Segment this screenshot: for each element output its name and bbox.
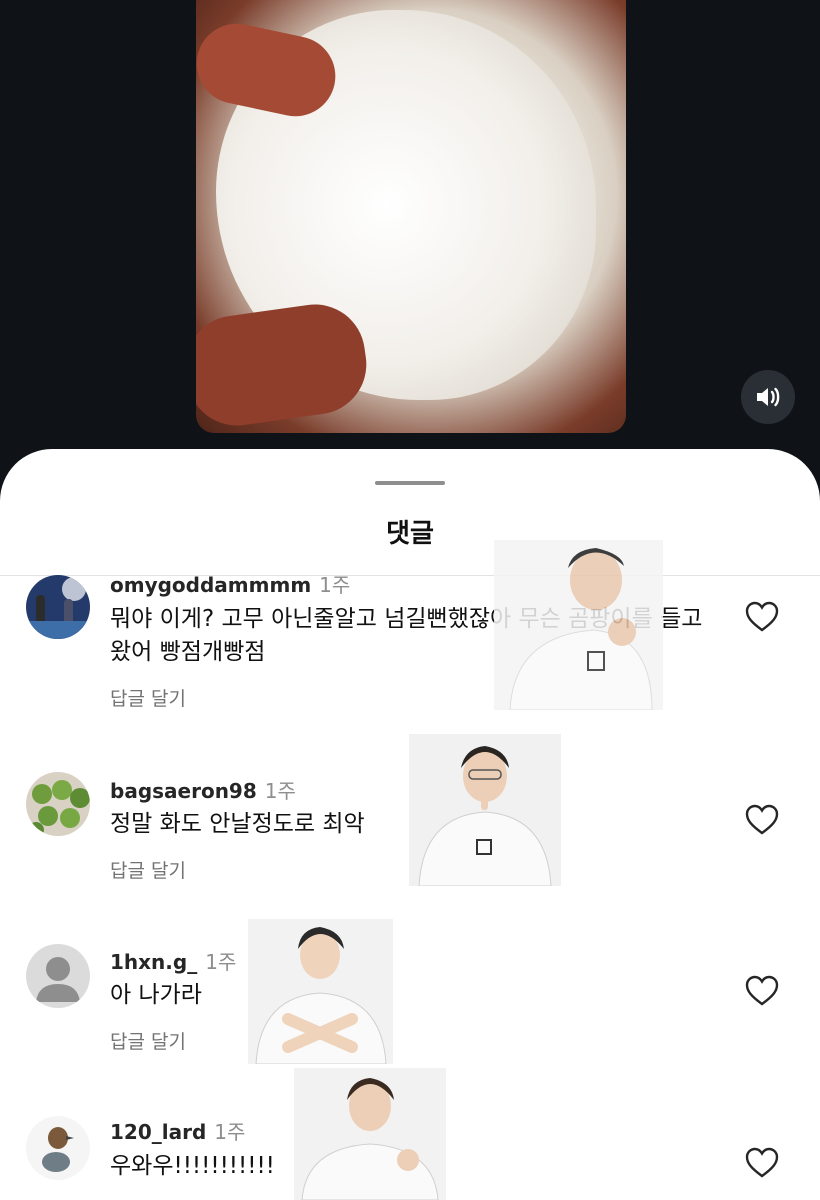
avatar[interactable] xyxy=(26,772,90,836)
player-sticker-image xyxy=(294,1068,446,1200)
comment-username[interactable]: bagsaeron98 1주 xyxy=(110,775,296,804)
comment-text: 아 나가라 xyxy=(110,982,202,1008)
reply-button[interactable]: 답글 달기 xyxy=(110,684,186,711)
comment-time: 1주 xyxy=(214,1120,246,1144)
comment-username[interactable]: omygoddammmm 1주 xyxy=(110,569,350,598)
comments-sheet: 댓글 omygoddammmm 1주 뭐야 이게? 고무 아닌줄알고 넘길뻔했잖아… xyxy=(0,449,820,1200)
username-text[interactable]: 120_lard xyxy=(110,1120,206,1144)
comment-time: 1주 xyxy=(264,779,296,803)
username-text[interactable]: bagsaeron98 xyxy=(110,779,257,803)
avatar[interactable] xyxy=(26,575,90,639)
sheet-title: 댓글 xyxy=(386,519,434,549)
thumb-shape xyxy=(196,298,373,432)
reply-button[interactable]: 답글 달기 xyxy=(110,1027,186,1054)
player-sticker-image xyxy=(248,919,393,1064)
heart-icon[interactable] xyxy=(745,1147,779,1179)
heart-icon[interactable] xyxy=(745,975,779,1007)
avatar[interactable] xyxy=(26,944,90,1008)
comment-time: 1주 xyxy=(319,573,351,597)
reply-button[interactable]: 답글 달기 xyxy=(110,856,186,883)
player-sticker-image xyxy=(494,540,663,710)
heart-icon[interactable] xyxy=(745,601,779,633)
sound-toggle-button[interactable] xyxy=(741,370,795,424)
comment-time: 1주 xyxy=(205,950,237,974)
speaker-icon xyxy=(757,387,780,407)
username-text[interactable]: omygoddammmm xyxy=(110,573,311,597)
player-sticker-image xyxy=(409,734,561,886)
username-text[interactable]: 1hxn.g_ xyxy=(110,950,197,974)
video-player[interactable] xyxy=(196,0,626,433)
comment-username[interactable]: 1hxn.g_ 1주 xyxy=(110,946,236,975)
avatar[interactable] xyxy=(26,1116,90,1180)
comment-username[interactable]: 120_lard 1주 xyxy=(110,1116,245,1145)
sheet-drag-handle[interactable] xyxy=(375,481,445,485)
heart-icon[interactable] xyxy=(745,804,779,836)
